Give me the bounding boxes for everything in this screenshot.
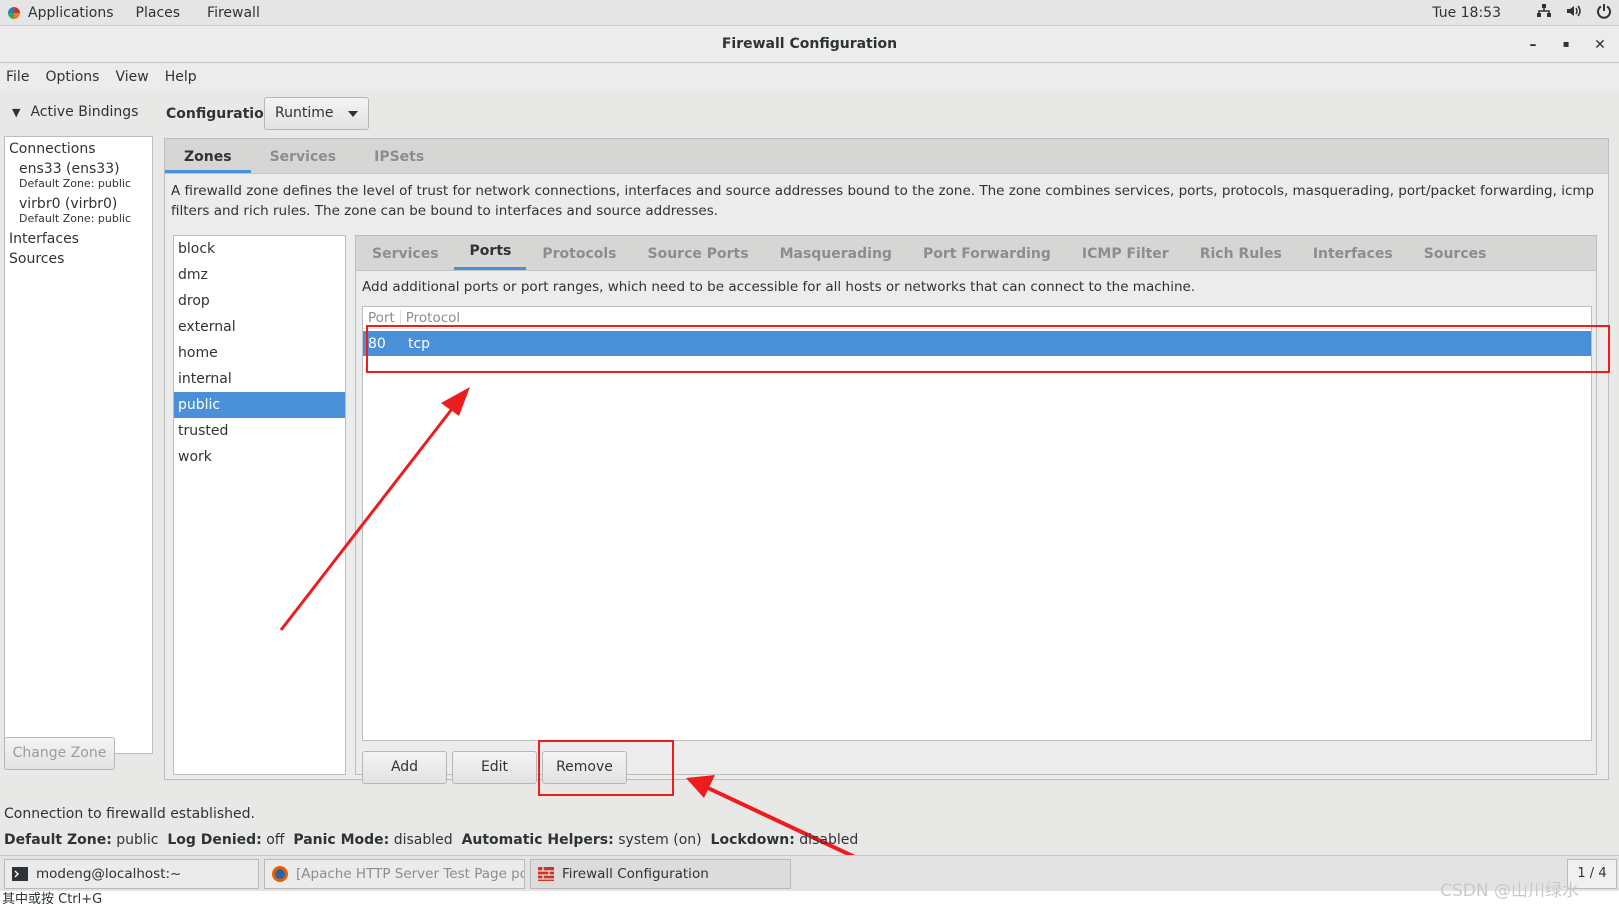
lockdown-value: disabled	[799, 832, 859, 848]
annotation-arrows	[279, 387, 943, 900]
bottom-hint-strip: 其中或按 Ctrl+G	[0, 891, 1619, 904]
task-label: modeng@localhost:~	[36, 866, 182, 882]
firefox-icon	[272, 866, 288, 882]
log-denied-value: off	[266, 832, 285, 848]
helpers-label: Automatic Helpers:	[461, 832, 614, 848]
terminal-icon	[12, 867, 28, 881]
task-terminal[interactable]: modeng@localhost:~	[4, 859, 259, 889]
bottom-hint: 其中或按 Ctrl+G	[2, 892, 103, 904]
default-zone-label: Default Zone:	[4, 832, 112, 848]
task-label: [Apache HTTP Server Test Page po...	[296, 866, 525, 882]
task-firewall[interactable]: Firewall Configuration	[530, 859, 791, 889]
watermark: CSDN @山川绿水	[1440, 881, 1579, 901]
log-denied-label: Log Denied:	[167, 832, 262, 848]
lockdown-label: Lockdown:	[710, 832, 795, 848]
taskbar: modeng@localhost:~ [Apache HTTP Server T…	[0, 855, 1619, 891]
status-summary: Default Zone: public Log Denied: off Pan…	[4, 832, 858, 848]
panic-mode-value: disabled	[393, 832, 453, 848]
connection-status: Connection to firewalld established.	[4, 806, 255, 822]
helpers-value: system (on)	[618, 832, 702, 848]
arrow-icon-to-port-row	[279, 387, 470, 631]
default-zone-value: public	[116, 832, 159, 848]
panic-mode-label: Panic Mode:	[293, 832, 390, 848]
firewall-icon	[538, 867, 554, 881]
task-browser[interactable]: [Apache HTTP Server Test Page po...	[264, 859, 525, 889]
task-label: Firewall Configuration	[562, 866, 709, 882]
